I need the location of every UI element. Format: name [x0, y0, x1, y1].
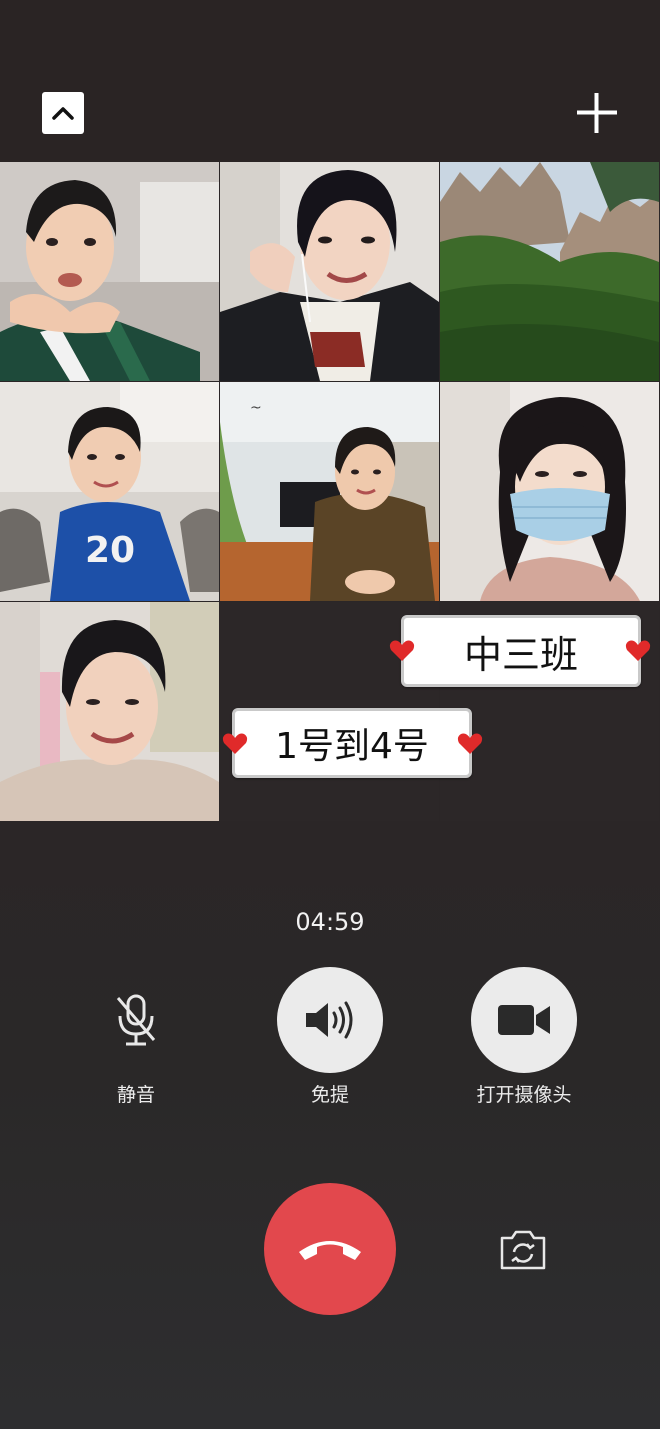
video-feed-4: 20 [0, 382, 219, 601]
participant-tile-4[interactable]: 20 [0, 382, 219, 601]
video-feed-3 [440, 162, 659, 381]
add-participant-button[interactable] [574, 90, 620, 136]
number-range-label: 1号到4号 [232, 708, 472, 778]
collapse-button[interactable] [42, 92, 84, 134]
heart-icon [222, 733, 248, 754]
svg-text:20: 20 [85, 530, 135, 571]
video-grid: 20 ~ 中三班 1号到4号 [0, 162, 660, 822]
video-feed-1 [0, 162, 219, 381]
speaker-label: 免提 [310, 1084, 349, 1106]
speaker-button[interactable] [277, 967, 383, 1073]
video-camera-icon [498, 1005, 550, 1035]
heart-icon [457, 733, 483, 754]
video-feed-5: ~ [220, 382, 439, 601]
video-feed-2 [220, 162, 439, 381]
hang-up-button[interactable] [264, 1183, 396, 1315]
participant-tile-5[interactable]: ~ [220, 382, 439, 601]
video-feed-6 [440, 382, 659, 601]
microphone-off-icon [116, 994, 156, 1046]
participant-tile-7[interactable] [0, 602, 219, 821]
heart-icon [625, 640, 651, 661]
camera-flip-icon [500, 1230, 546, 1270]
participant-tile-6[interactable] [440, 382, 659, 601]
top-bar [0, 0, 660, 162]
participant-tile-3[interactable] [440, 162, 659, 381]
speaker-icon [306, 1001, 353, 1039]
heart-icon [389, 640, 415, 661]
mute-button[interactable] [83, 967, 189, 1073]
mute-label: 静音 [116, 1084, 155, 1106]
svg-text:~: ~ [250, 400, 262, 416]
class-name-label: 中三班 [401, 615, 641, 687]
participant-tile-2[interactable] [220, 162, 439, 381]
camera-button[interactable] [471, 967, 577, 1073]
flip-camera-button[interactable] [498, 1228, 548, 1272]
chevron-up-icon [52, 107, 74, 120]
video-feed-7 [0, 602, 219, 821]
call-timer: 04:59 [295, 908, 365, 936]
plus-icon [577, 93, 617, 133]
participant-tile-1[interactable] [0, 162, 219, 381]
phone-hangup-icon [299, 1241, 361, 1260]
camera-label: 打开摄像头 [476, 1084, 572, 1106]
